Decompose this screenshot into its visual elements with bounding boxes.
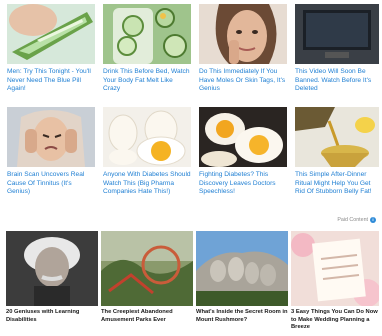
recommended-card-4[interactable]: 3 Easy Things You Can Do Now to Make Wed… [291,231,379,333]
recommended-title[interactable]: What's Inside the Secret Room in Mount R… [196,309,288,333]
recommended-card-1[interactable]: 20 Geniuses with Learning Disabilities [6,231,98,333]
recommended-title[interactable]: The Creepiest Abandoned Amusement Parks … [101,309,193,333]
sponsored-card-5[interactable]: Brain Scan Uncovers Real Cause Of Tinnit… [7,107,95,205]
recommended-card-3[interactable]: What's Inside the Secret Room in Mount R… [196,231,288,333]
cucumber-drink-icon [103,4,191,64]
sponsored-card-2[interactable]: Drink This Before Bed, Watch Your Body F… [103,4,191,102]
woman-face-icon [199,4,287,64]
recommended-title[interactable]: 20 Geniuses with Learning Disabilities [6,309,98,333]
boiled-eggs-icon [199,107,287,167]
sponsored-card-8[interactable]: This Simple After-Dinner Ritual Might He… [295,107,379,205]
eggs-icon [103,107,191,167]
sponsored-title[interactable]: Drink This Before Bed, Watch Your Body F… [103,68,191,102]
sponsored-card-3[interactable]: Do This Immediately If You Have Moles Or… [199,4,287,102]
sponsored-card-7[interactable]: Fighting Diabetes? This Discovery Leaves… [199,107,287,205]
tv-screen-icon [295,4,379,64]
info-icon[interactable]: i [370,217,376,223]
paid-content-text[interactable]: Paid Content [337,217,368,223]
sponsored-title[interactable]: Do This Immediately If You Have Moles Or… [199,68,287,102]
sponsored-title[interactable]: Men: Try This Tonight - You'll Never Nee… [7,68,95,102]
sponsored-title[interactable]: This Video Will Soon Be Banned. Watch Be… [295,68,379,102]
sponsored-title[interactable]: Brain Scan Uncovers Real Cause Of Tinnit… [7,171,95,205]
recommended-grid: 20 Geniuses with Learning Disabilities T… [6,231,379,333]
einstein-portrait-icon [6,231,98,306]
sponsored-card-4[interactable]: This Video Will Soon Be Banned. Watch Be… [295,4,379,102]
recommended-card-2[interactable]: The Creepiest Abandoned Amusement Parks … [101,231,193,333]
sponsored-title[interactable]: Fighting Diabetes? This Discovery Leaves… [199,171,287,205]
wedding-checklist-icon [291,231,379,306]
mount-rushmore-icon [196,231,288,306]
sponsored-card-1[interactable]: Men: Try This Tonight - You'll Never Nee… [7,4,95,102]
aloe-leaf-icon [7,4,95,64]
sponsored-title[interactable]: Anyone With Diabetes Should Watch This (… [103,171,191,205]
recommended-title[interactable]: 3 Easy Things You Can Do Now to Make Wed… [291,309,379,333]
abandoned-park-icon [101,231,193,306]
paid-content-label[interactable]: Paid Content i [337,217,376,223]
sponsored-card-6[interactable]: Anyone With Diabetes Should Watch This (… [103,107,191,205]
sponsored-grid: Men: Try This Tonight - You'll Never Nee… [7,4,379,205]
sponsored-title[interactable]: This Simple After-Dinner Ritual Might He… [295,171,379,205]
woman-covering-ears-icon [7,107,95,167]
oil-pour-icon [295,107,379,167]
